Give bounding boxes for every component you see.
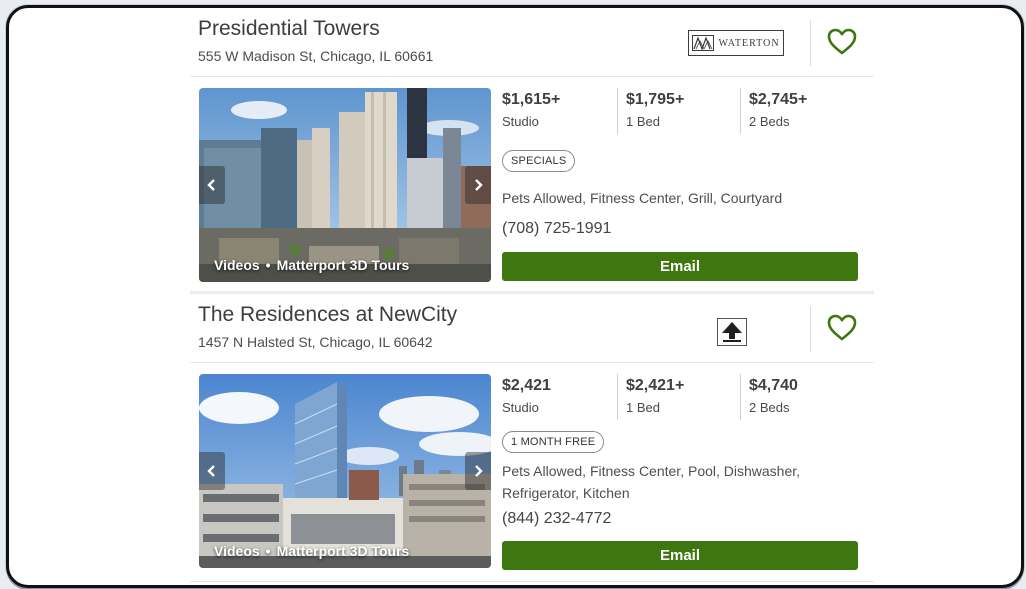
price-studio: $2,421 Studio	[502, 374, 624, 420]
listing-card[interactable]: Presidential Towers 555 W Madison St, Ch…	[190, 8, 874, 292]
photo-prev-button[interactable]	[199, 452, 225, 490]
promo-badge: 1 MONTH FREE	[502, 431, 605, 453]
bed-type: 2 Beds	[749, 400, 790, 415]
price-value: $1,795+	[626, 91, 685, 108]
price-1-bed: $1,795+ 1 Bed	[617, 88, 740, 134]
photo-prev-button[interactable]	[199, 166, 225, 204]
specials-badge: SPECIALS	[502, 150, 576, 172]
chevron-left-icon	[207, 179, 215, 191]
price-value: $2,421+	[626, 377, 685, 394]
price-value: $4,740	[749, 377, 798, 394]
amenities-text: Pets Allowed, Fitness Center, Pool, Dish…	[502, 463, 801, 501]
photo-next-button[interactable]	[465, 166, 491, 204]
listing-photo[interactable]: Videos • Matterport 3D Tours	[199, 88, 491, 282]
price-value: $2,745+	[749, 91, 808, 108]
media-tag-videos: Videos	[214, 257, 260, 273]
bed-type: Studio	[502, 400, 539, 415]
beztak-logo	[717, 318, 747, 346]
chevron-right-icon	[475, 465, 483, 477]
heart-outline-icon[interactable]	[827, 28, 857, 56]
chevron-left-icon	[207, 465, 215, 477]
building-photo-image	[199, 374, 491, 568]
bed-type: 2 Beds	[749, 114, 790, 129]
bed-type: Studio	[502, 114, 539, 129]
phone-number[interactable]: (708) 725-1991	[502, 220, 611, 238]
chevron-right-icon	[475, 179, 483, 191]
waterton-mark-icon	[692, 35, 715, 51]
price-studio: $1,615+ Studio	[502, 88, 624, 134]
bed-type: 1 Bed	[626, 114, 660, 129]
email-button[interactable]: Email	[502, 541, 858, 570]
listing-header: Presidential Towers 555 W Madison St, Ch…	[190, 8, 874, 77]
listing-address: 1457 N Halsted St, Chicago, IL 60642	[198, 334, 433, 350]
media-tag-matterport: Matterport 3D Tours	[276, 543, 410, 559]
listing-address: 555 W Madison St, Chicago, IL 60661	[198, 48, 434, 64]
price-value: $2,421	[502, 377, 551, 394]
price-2-beds: $4,740 2 Beds	[740, 374, 863, 420]
waterton-logo: WATERTON	[688, 30, 784, 56]
price-grid: $2,421 Studio $2,421+ 1 Bed $4,740 2 Bed…	[502, 374, 872, 420]
logo-text: WATERTON	[718, 37, 780, 49]
listing-title[interactable]: The Residences at NewCity	[198, 303, 457, 327]
email-button[interactable]: Email	[502, 252, 858, 281]
divider	[810, 20, 811, 66]
listing-header: The Residences at NewCity 1457 N Halsted…	[190, 294, 874, 363]
price-grid: $1,615+ Studio $1,795+ 1 Bed $2,745+ 2 B…	[502, 88, 872, 134]
price-2-beds: $2,745+ 2 Beds	[740, 88, 863, 134]
media-tag-videos: Videos	[214, 543, 260, 559]
beztak-mark-icon	[722, 322, 742, 342]
media-tags: Videos • Matterport 3D Tours	[214, 543, 410, 559]
listing-card[interactable]: The Residences at NewCity 1457 N Halsted…	[190, 291, 874, 582]
media-tag-matterport: Matterport 3D Tours	[276, 257, 410, 273]
divider	[810, 306, 811, 352]
app-window: Presidential Towers 555 W Madison St, Ch…	[6, 5, 1024, 588]
price-value: $1,615+	[502, 91, 561, 108]
phone-number[interactable]: (844) 232-4772	[502, 510, 611, 528]
price-1-bed: $2,421+ 1 Bed	[617, 374, 740, 420]
listing-title[interactable]: Presidential Towers	[198, 17, 380, 41]
listing-photo[interactable]: Videos • Matterport 3D Tours	[199, 374, 491, 568]
bed-type: 1 Bed	[626, 400, 660, 415]
skyline-photo-image	[199, 88, 491, 282]
amenities-text: Pets Allowed, Fitness Center, Grill, Cou…	[502, 190, 783, 206]
media-tags: Videos • Matterport 3D Tours	[214, 257, 410, 273]
photo-next-button[interactable]	[465, 452, 491, 490]
heart-outline-icon[interactable]	[827, 314, 857, 342]
